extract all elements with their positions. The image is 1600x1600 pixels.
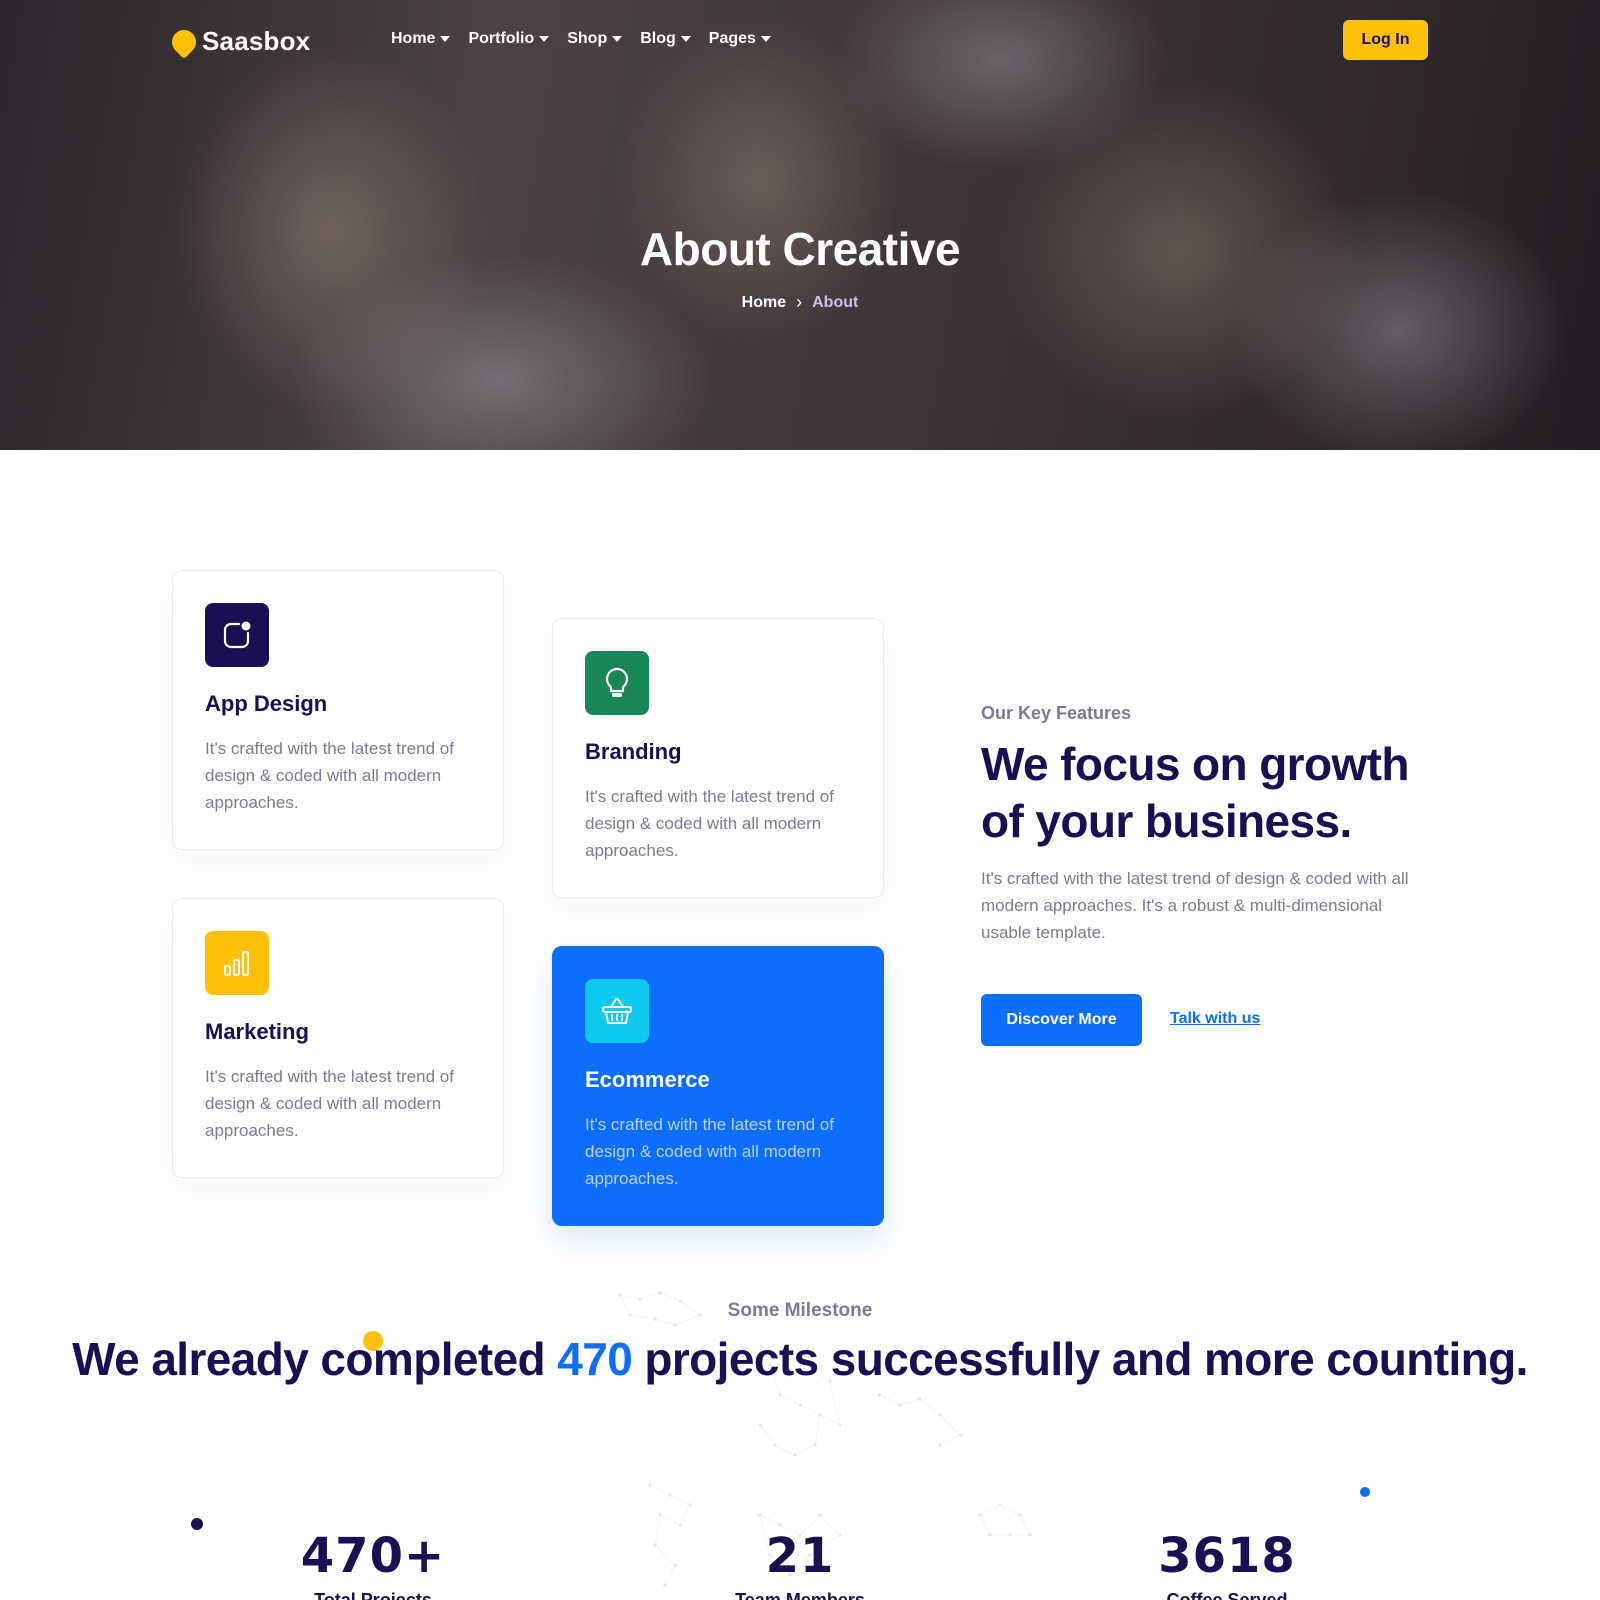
stat-value: 470+ [300, 1528, 446, 1584]
nav-label: Blog [640, 30, 676, 47]
breadcrumb-current: About [812, 293, 859, 311]
milestone-title: We already completed 470 projects succes… [0, 1330, 1600, 1389]
main-nav: Home Portfolio Shop Blog Pages [391, 30, 771, 48]
nav-label: Home [391, 30, 436, 47]
milestone-title-highlight: 470 [557, 1333, 633, 1385]
milestone-subtitle: Some Milestone [727, 1300, 873, 1321]
card-title: App Design [205, 691, 328, 716]
chevron-down-icon [760, 36, 771, 42]
stat-value: 3618 [1158, 1528, 1296, 1584]
feature-card-app-design[interactable]: App Design It's crafted with the latest … [172, 570, 504, 850]
stat-total-projects: 470+ Total Projects [223, 1528, 523, 1600]
card-description: It's crafted with the latest trend of de… [205, 739, 454, 812]
logo[interactable]: Saasbox [167, 24, 311, 59]
chevron-down-icon [612, 36, 623, 42]
card-title: Branding [585, 739, 682, 764]
talk-with-us-link[interactable]: Talk with us [1170, 1010, 1260, 1028]
section-title: We focus on growth of your business. [981, 738, 1409, 847]
hero-banner: Saasbox Home Portfolio Shop Blog Pages L… [0, 0, 1600, 450]
milestone-title-end: projects successfully and more counting. [632, 1333, 1528, 1385]
chevron-down-icon [440, 36, 451, 42]
section-description: It's crafted with the latest trend of de… [981, 869, 1409, 942]
card-title: Ecommerce [585, 1067, 710, 1092]
nav-item-blog[interactable]: Blog [640, 30, 691, 48]
logo-mark-icon [167, 24, 201, 59]
decorative-dot [191, 1518, 203, 1530]
section-subtitle: Our Key Features [981, 703, 1132, 723]
logo-text: Saasbox [202, 26, 311, 56]
stat-label: Coffee Served [1166, 1590, 1288, 1600]
card-description: It's crafted with the latest trend of de… [585, 787, 834, 860]
nav-item-home[interactable]: Home [391, 30, 451, 48]
page-title: About Creative [639, 223, 961, 275]
basket-icon [585, 979, 649, 1043]
decorative-dot [1360, 1487, 1370, 1497]
bar-chart-icon [205, 931, 269, 995]
feature-card-marketing[interactable]: Marketing It's crafted with the latest t… [172, 898, 504, 1178]
chevron-down-icon [680, 36, 691, 42]
nav-label: Shop [567, 30, 608, 47]
nav-item-portfolio[interactable]: Portfolio [468, 30, 550, 48]
chevron-right-icon: › [796, 292, 803, 312]
login-button[interactable]: Log In [1343, 20, 1428, 60]
app-icon [205, 603, 269, 667]
card-description: It's crafted with the latest trend of de… [585, 1115, 834, 1188]
discover-more-button[interactable]: Discover More [981, 994, 1142, 1046]
feature-card-branding[interactable]: Branding It's crafted with the latest tr… [552, 618, 884, 898]
nav-item-shop[interactable]: Shop [567, 30, 623, 48]
stat-coffee-served: 3618 Coffee Served [1077, 1528, 1377, 1600]
stat-team-members: 21 Team Members [650, 1528, 950, 1600]
stat-value: 21 [765, 1528, 835, 1584]
card-description: It's crafted with the latest trend of de… [205, 1067, 454, 1140]
feature-card-ecommerce[interactable]: Ecommerce It's crafted with the latest t… [552, 946, 884, 1226]
stat-label: Team Members [735, 1590, 865, 1600]
breadcrumb-home-link[interactable]: Home [742, 294, 786, 312]
nav-item-pages[interactable]: Pages [709, 30, 771, 48]
nav-label: Pages [708, 30, 756, 47]
lightbulb-icon [585, 651, 649, 715]
nav-label: Portfolio [468, 30, 535, 47]
stat-label: Total Projects [314, 1590, 432, 1600]
milestone-title-start: We already completed [72, 1333, 558, 1385]
card-title: Marketing [205, 1019, 309, 1044]
breadcrumb: Home › About [0, 292, 1600, 313]
chevron-down-icon [539, 36, 550, 42]
